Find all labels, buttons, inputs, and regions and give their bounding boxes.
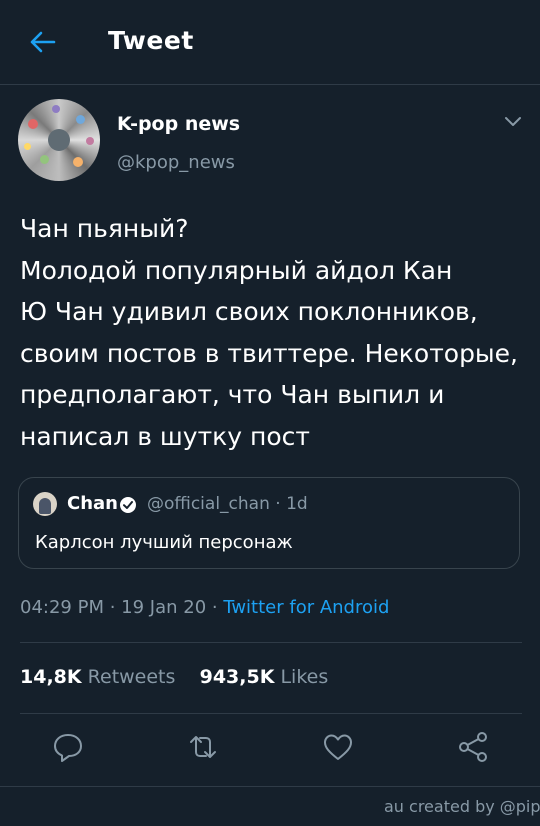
- retweets-label[interactable]: Retweets: [88, 666, 176, 688]
- avatar[interactable]: [18, 99, 100, 181]
- quoted-tweet[interactable]: Chan @official_chan · 1d Карлсон лучший …: [18, 477, 520, 569]
- divider: [20, 713, 522, 714]
- source-link[interactable]: Twitter for Android: [223, 597, 389, 618]
- quoted-text: Карлсон лучший персонаж: [35, 532, 293, 553]
- timestamp-time: 04:29 PM · 19 Jan 20 ·: [20, 597, 224, 618]
- divider: [0, 786, 540, 787]
- divider: [20, 642, 522, 643]
- like-icon[interactable]: [321, 730, 355, 764]
- author-name[interactable]: K-pop news: [117, 113, 240, 135]
- retweet-icon[interactable]: [186, 730, 220, 764]
- quoted-avatar: [33, 492, 57, 516]
- verified-badge-icon: [120, 497, 136, 513]
- likes-count[interactable]: 943,5K: [200, 666, 275, 688]
- share-icon[interactable]: [456, 730, 490, 764]
- tweet-timestamp: 04:29 PM · 19 Jan 20 · Twitter for Andro…: [20, 597, 389, 618]
- top-bar: Tweet: [0, 0, 540, 85]
- engagement-stats: 14,8K Retweets 943,5K Likes: [20, 666, 328, 688]
- reply-icon[interactable]: [51, 730, 85, 764]
- arrow-left-icon[interactable]: [28, 28, 56, 56]
- chevron-down-icon[interactable]: [503, 115, 523, 129]
- likes-label[interactable]: Likes: [280, 666, 328, 688]
- tweet-text: Чан пьяный? Молодой популярный айдол Кан…: [20, 214, 518, 451]
- quoted-meta: @official_chan · 1d: [147, 494, 308, 514]
- author-handle[interactable]: @kpop_news: [117, 152, 235, 173]
- page-title: Tweet: [108, 26, 194, 55]
- retweets-count[interactable]: 14,8K: [20, 666, 82, 688]
- watermark: au created by @pip: [384, 797, 540, 816]
- quoted-author-name: Chan: [67, 493, 118, 514]
